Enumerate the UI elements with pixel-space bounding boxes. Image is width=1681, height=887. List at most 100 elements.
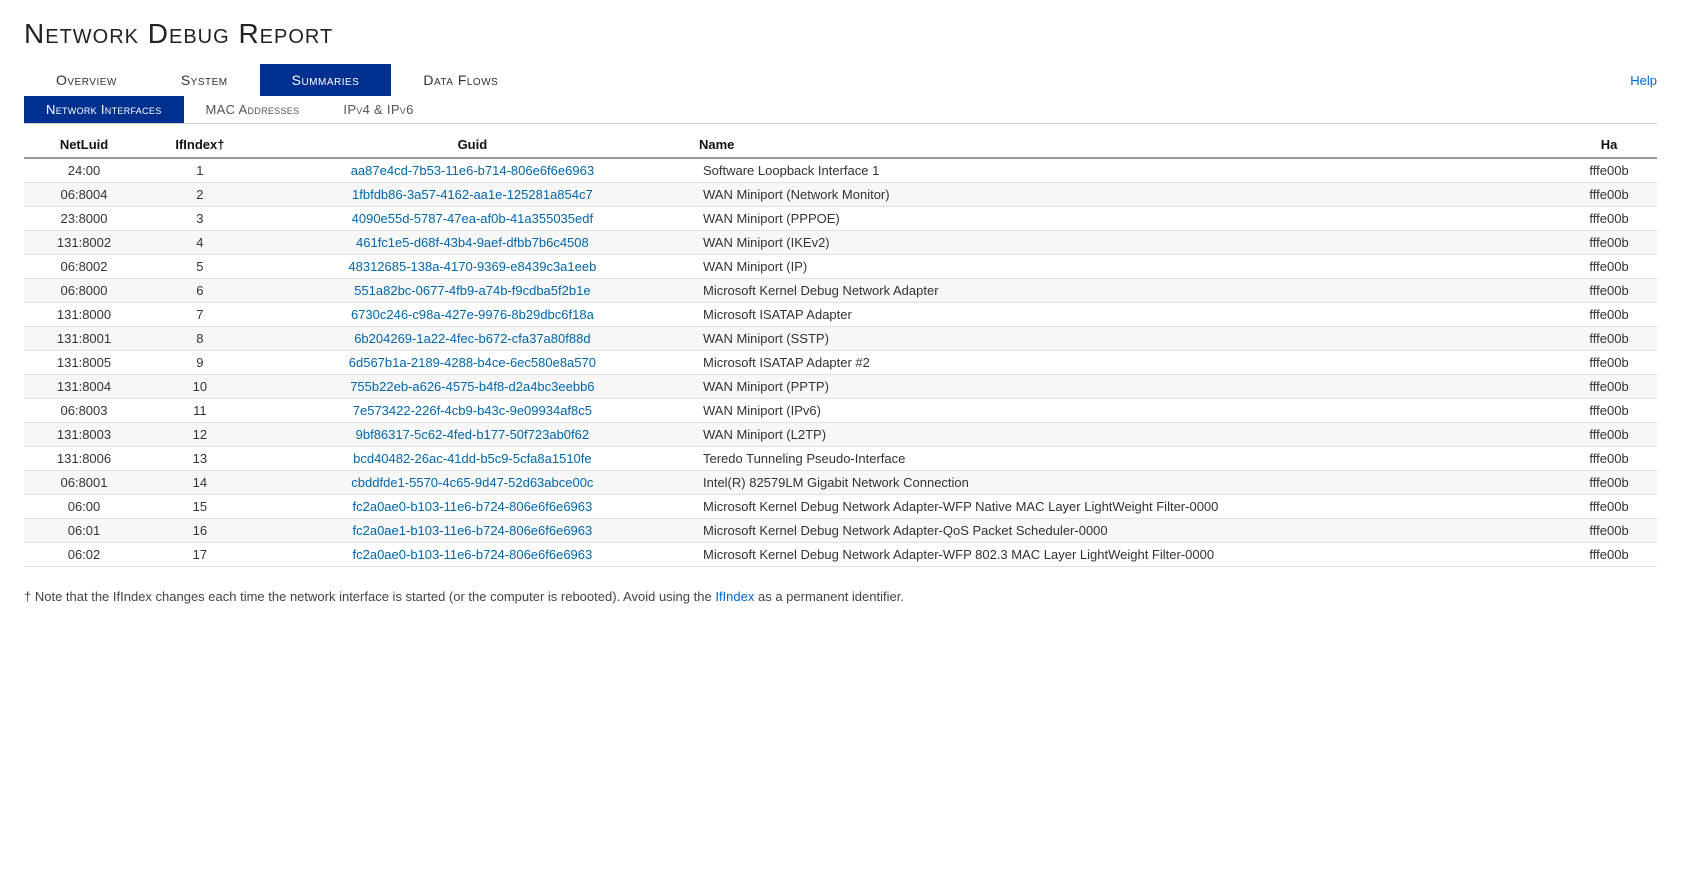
cell-guid: 9bf86317-5c62-4fed-b177-50f723ab0f62 bbox=[256, 423, 689, 447]
table-row: 23:800034090e55d-5787-47ea-af0b-41a35503… bbox=[24, 207, 1657, 231]
cell-ifindex: 14 bbox=[144, 471, 256, 495]
cell-name: WAN Miniport (IKEv2) bbox=[689, 231, 1561, 255]
subnav-ipv4-ipv6[interactable]: IPv4 & IPv6 bbox=[321, 96, 435, 123]
cell-netluid: 24:00 bbox=[24, 158, 144, 183]
cell-netluid: 131:8003 bbox=[24, 423, 144, 447]
cell-guid: fc2a0ae1-b103-11e6-b724-806e6f6e6963 bbox=[256, 519, 689, 543]
cell-netluid: 131:8004 bbox=[24, 375, 144, 399]
cell-netluid: 06:00 bbox=[24, 495, 144, 519]
cell-ifindex: 7 bbox=[144, 303, 256, 327]
cell-ifindex: 1 bbox=[144, 158, 256, 183]
col-ifindex: IfIndex† bbox=[144, 132, 256, 158]
cell-netluid: 131:8000 bbox=[24, 303, 144, 327]
table-row: 131:800186b204269-1a22-4fec-b672-cfa37a8… bbox=[24, 327, 1657, 351]
cell-guid: cbddfde1-5570-4c65-9d47-52d63abce00c bbox=[256, 471, 689, 495]
cell-ha: fffe00b bbox=[1561, 471, 1657, 495]
cell-ha: fffe00b bbox=[1561, 279, 1657, 303]
footnote: † Note that the IfIndex changes each tim… bbox=[24, 589, 1657, 604]
cell-ha: fffe00b bbox=[1561, 519, 1657, 543]
tab-summaries[interactable]: Summaries bbox=[260, 64, 392, 96]
col-guid: Guid bbox=[256, 132, 689, 158]
cell-netluid: 06:8003 bbox=[24, 399, 144, 423]
table-row: 06:800114cbddfde1-5570-4c65-9d47-52d63ab… bbox=[24, 471, 1657, 495]
cell-ha: fffe00b bbox=[1561, 158, 1657, 183]
table-row: 06:8003117e573422-226f-4cb9-b43c-9e09934… bbox=[24, 399, 1657, 423]
cell-guid: 6b204269-1a22-4fec-b672-cfa37a80f88d bbox=[256, 327, 689, 351]
cell-netluid: 06:8000 bbox=[24, 279, 144, 303]
cell-netluid: 131:8006 bbox=[24, 447, 144, 471]
table-row: 131:800410755b22eb-a626-4575-b4f8-d2a4bc… bbox=[24, 375, 1657, 399]
cell-ha: fffe00b bbox=[1561, 231, 1657, 255]
cell-ifindex: 3 bbox=[144, 207, 256, 231]
cell-name: Microsoft ISATAP Adapter bbox=[689, 303, 1561, 327]
cell-name: WAN Miniport (IPv6) bbox=[689, 399, 1561, 423]
ifindex-link[interactable]: IfIndex bbox=[715, 589, 754, 604]
cell-guid: bcd40482-26ac-41dd-b5c9-5cfa8a1510fe bbox=[256, 447, 689, 471]
cell-name: WAN Miniport (PPTP) bbox=[689, 375, 1561, 399]
cell-ifindex: 17 bbox=[144, 543, 256, 567]
cell-ha: fffe00b bbox=[1561, 207, 1657, 231]
cell-name: Microsoft Kernel Debug Network Adapter-W… bbox=[689, 495, 1561, 519]
subnav-mac-addresses[interactable]: MAC Addresses bbox=[184, 96, 322, 123]
table-row: 131:800596d567b1a-2189-4288-b4ce-6ec580e… bbox=[24, 351, 1657, 375]
cell-ha: fffe00b bbox=[1561, 351, 1657, 375]
cell-ifindex: 2 bbox=[144, 183, 256, 207]
col-netluid: NetLuid bbox=[24, 132, 144, 158]
cell-netluid: 06:8002 bbox=[24, 255, 144, 279]
cell-ha: fffe00b bbox=[1561, 303, 1657, 327]
table-row: 131:80024461fc1e5-d68f-43b4-9aef-dfbb7b6… bbox=[24, 231, 1657, 255]
table-row: 06:0116fc2a0ae1-b103-11e6-b724-806e6f6e6… bbox=[24, 519, 1657, 543]
cell-name: Microsoft ISATAP Adapter #2 bbox=[689, 351, 1561, 375]
cell-name: Intel(R) 82579LM Gigabit Network Connect… bbox=[689, 471, 1561, 495]
cell-ha: fffe00b bbox=[1561, 447, 1657, 471]
table-row: 06:80006551a82bc-0677-4fb9-a74b-f9cdba5f… bbox=[24, 279, 1657, 303]
col-name: Name bbox=[689, 132, 1561, 158]
cell-netluid: 06:01 bbox=[24, 519, 144, 543]
col-ha: Ha bbox=[1561, 132, 1657, 158]
tab-overview[interactable]: Overview bbox=[24, 64, 149, 96]
cell-ifindex: 13 bbox=[144, 447, 256, 471]
cell-guid: fc2a0ae0-b103-11e6-b724-806e6f6e6963 bbox=[256, 543, 689, 567]
cell-ha: fffe00b bbox=[1561, 183, 1657, 207]
cell-netluid: 06:02 bbox=[24, 543, 144, 567]
cell-ifindex: 12 bbox=[144, 423, 256, 447]
tab-system[interactable]: System bbox=[149, 64, 260, 96]
cell-ifindex: 16 bbox=[144, 519, 256, 543]
cell-ifindex: 5 bbox=[144, 255, 256, 279]
table-row: 06:800421fbfdb86-3a57-4162-aa1e-125281a8… bbox=[24, 183, 1657, 207]
cell-name: Microsoft Kernel Debug Network Adapter-W… bbox=[689, 543, 1561, 567]
cell-name: Software Loopback Interface 1 bbox=[689, 158, 1561, 183]
cell-ha: fffe00b bbox=[1561, 423, 1657, 447]
cell-ifindex: 4 bbox=[144, 231, 256, 255]
cell-guid: 1fbfdb86-3a57-4162-aa1e-125281a854c7 bbox=[256, 183, 689, 207]
table-row: 24:001aa87e4cd-7b53-11e6-b714-806e6f6e69… bbox=[24, 158, 1657, 183]
cell-name: WAN Miniport (SSTP) bbox=[689, 327, 1561, 351]
table-row: 131:8003129bf86317-5c62-4fed-b177-50f723… bbox=[24, 423, 1657, 447]
table-row: 131:800076730c246-c98a-427e-9976-8b29dbc… bbox=[24, 303, 1657, 327]
cell-ifindex: 9 bbox=[144, 351, 256, 375]
cell-ifindex: 10 bbox=[144, 375, 256, 399]
tab-dataflows[interactable]: Data Flows bbox=[391, 64, 530, 96]
page-title: Network Debug Report bbox=[24, 18, 1657, 50]
cell-guid: 7e573422-226f-4cb9-b43c-9e09934af8c5 bbox=[256, 399, 689, 423]
page-container: Network Debug Report Overview System Sum… bbox=[0, 0, 1681, 887]
sub-nav: Network Interfaces MAC Addresses IPv4 & … bbox=[24, 96, 1657, 124]
top-nav: Overview System Summaries Data Flows Hel… bbox=[24, 64, 1657, 96]
cell-netluid: 06:8001 bbox=[24, 471, 144, 495]
cell-netluid: 131:8005 bbox=[24, 351, 144, 375]
cell-ha: fffe00b bbox=[1561, 255, 1657, 279]
cell-netluid: 06:8004 bbox=[24, 183, 144, 207]
table-row: 06:0217fc2a0ae0-b103-11e6-b724-806e6f6e6… bbox=[24, 543, 1657, 567]
cell-netluid: 23:8000 bbox=[24, 207, 144, 231]
cell-ifindex: 11 bbox=[144, 399, 256, 423]
subnav-network-interfaces[interactable]: Network Interfaces bbox=[24, 96, 184, 123]
cell-guid: 4090e55d-5787-47ea-af0b-41a355035edf bbox=[256, 207, 689, 231]
help-link[interactable]: Help bbox=[1630, 73, 1657, 88]
cell-netluid: 131:8001 bbox=[24, 327, 144, 351]
table-container: NetLuid IfIndex† Guid Name Ha 24:001aa87… bbox=[24, 132, 1657, 567]
cell-guid: 755b22eb-a626-4575-b4f8-d2a4bc3eebb6 bbox=[256, 375, 689, 399]
cell-guid: aa87e4cd-7b53-11e6-b714-806e6f6e6963 bbox=[256, 158, 689, 183]
cell-ha: fffe00b bbox=[1561, 399, 1657, 423]
cell-guid: 6730c246-c98a-427e-9976-8b29dbc6f18a bbox=[256, 303, 689, 327]
cell-netluid: 131:8002 bbox=[24, 231, 144, 255]
